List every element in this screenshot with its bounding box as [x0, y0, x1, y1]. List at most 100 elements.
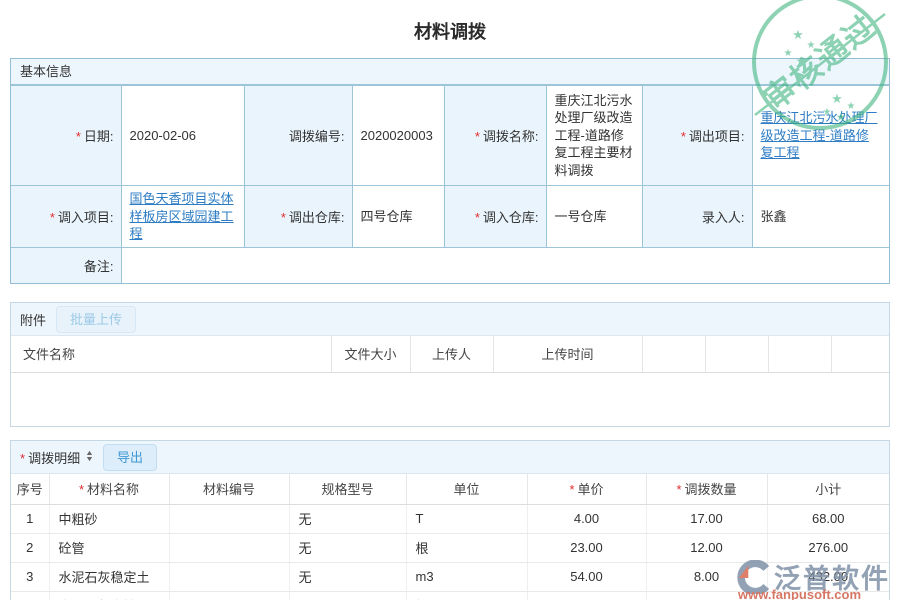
out-project-link[interactable]: 重庆江北污水处理厂级改造工程-道路修复工程 [761, 110, 878, 160]
seq-cell: 1 [11, 504, 49, 533]
spec-cell: 无 [289, 504, 406, 533]
subtotal-cell: 276.00 [767, 533, 889, 562]
attachments-panel: 附件 批量上传 文件名称 文件大小 上传人 上传时间 [10, 302, 890, 427]
attachments-empty-area [11, 372, 889, 426]
basic-info-row-3: 备注: [11, 247, 889, 283]
seq-cell: 3 [11, 562, 49, 591]
material-code-cell [169, 533, 289, 562]
in-project-label-cell: 调入项目: [11, 186, 121, 248]
qty-cell: 17.00 [646, 504, 767, 533]
price-cell: 54.00 [527, 562, 646, 591]
seq-cell: 2 [11, 533, 49, 562]
material-code-cell [169, 504, 289, 533]
spec-cell: 无 [289, 591, 406, 600]
remark-label-cell: 备注: [11, 247, 121, 283]
col-upload-time: 上传时间 [493, 336, 642, 372]
export-button[interactable]: 导出 [103, 444, 157, 471]
out-warehouse-value: 四号仓库 [352, 186, 444, 248]
transfer-name-label: 调拨名称: [475, 129, 539, 144]
table-row: 2 砼管 无 根 23.00 12.00 276.00 [11, 533, 889, 562]
date-value: 2020-02-06 [121, 86, 244, 186]
attachments-table: 文件名称 文件大小 上传人 上传时间 [11, 336, 889, 426]
attachments-label: 附件 [20, 310, 46, 329]
seq-cell: 4 [11, 591, 49, 600]
date-label: 日期: [76, 129, 114, 144]
col-empty-2 [705, 336, 768, 372]
price-cell: 4.00 [527, 504, 646, 533]
unit-cell: 根 [406, 533, 527, 562]
price-cell: 463.00 [527, 591, 646, 600]
out-project-value-cell: 重庆江北污水处理厂级改造工程-道路修复工程 [752, 86, 889, 186]
col-material-name: 材料名称 [49, 474, 169, 504]
col-empty-4 [831, 336, 889, 372]
material-code-cell [169, 562, 289, 591]
out-warehouse-label-cell: 调出仓库: [244, 186, 352, 248]
col-file-name: 文件名称 [11, 336, 331, 372]
spec-cell: 无 [289, 562, 406, 591]
qty-cell: 12.00 [646, 533, 767, 562]
date-label-cell: 日期: [11, 86, 121, 186]
material-name-cell: 水泥石灰稳定土 [49, 562, 169, 591]
spec-cell: 无 [289, 533, 406, 562]
in-project-value-cell: 国色天香项目实体样板房区域园建工程 [121, 186, 244, 248]
in-warehouse-label-cell: 调入仓库: [444, 186, 546, 248]
transfer-name-value: 重庆江北污水处理厂级改造工程-道路修复工程主要材料调拨 [546, 86, 642, 186]
recorder-label-cell: 录入人: [642, 186, 752, 248]
table-row: 1 中粗砂 无 T 4.00 17.00 68.00 [11, 504, 889, 533]
attachments-empty-row [11, 372, 889, 426]
col-seq: 序号 [11, 474, 49, 504]
remark-value [121, 247, 889, 283]
col-qty: 调拨数量 [646, 474, 767, 504]
details-label: 调拨明细 [20, 448, 80, 467]
in-warehouse-value: 一号仓库 [546, 186, 642, 248]
unit-cell: m3 [406, 562, 527, 591]
material-name-cell: 中粗砂 [49, 504, 169, 533]
attachments-header-row: 文件名称 文件大小 上传人 上传时间 [11, 336, 889, 372]
transfer-no-label-cell: 调拨编号: [244, 86, 352, 186]
transfer-no-label: 调拨编号: [289, 129, 345, 144]
col-empty-3 [768, 336, 831, 372]
recorder-label: 录入人: [702, 210, 745, 225]
table-row: 4 水泥混凝土管 无 根 463.00 9.00 4,167.00 [11, 591, 889, 600]
remark-label: 备注: [84, 259, 114, 274]
basic-info-section-header: 基本信息 [11, 59, 889, 85]
col-empty-1 [642, 336, 705, 372]
material-transfer-page: 材料调拨 基本信息 日期: 2020-02-06 调拨编号: 202002000… [0, 0, 900, 600]
unit-cell: T [406, 504, 527, 533]
star-icon: ★ [807, 40, 816, 51]
basic-info-row-1: 日期: 2020-02-06 调拨编号: 2020020003 调拨名称: 重庆… [11, 86, 889, 186]
material-name-cell: 砼管 [49, 533, 169, 562]
col-price: 单价 [527, 474, 646, 504]
out-project-label-cell: 调出项目: [642, 86, 752, 186]
transfer-name-label-cell: 调拨名称: [444, 86, 546, 186]
batch-upload-button[interactable]: 批量上传 [56, 306, 136, 333]
sort-desc-icon: ▼ [85, 457, 94, 463]
attachments-section-header: 附件 批量上传 [11, 303, 889, 336]
in-project-label: 调入项目: [50, 210, 114, 225]
material-code-cell [169, 591, 289, 600]
unit-cell: 根 [406, 591, 527, 600]
subtotal-cell: 4,167.00 [767, 591, 889, 600]
price-cell: 23.00 [527, 533, 646, 562]
subtotal-cell: 432.00 [767, 562, 889, 591]
col-material-code: 材料编号 [169, 474, 289, 504]
details-header-row: 序号 材料名称 材料编号 规格型号 单位 单价 调拨数量 小计 [11, 474, 889, 504]
details-section-header: 调拨明细 ▲ ▼ 导出 [11, 441, 889, 474]
subtotal-cell: 68.00 [767, 504, 889, 533]
col-uploader: 上传人 [410, 336, 493, 372]
basic-info-panel: 基本信息 日期: 2020-02-06 调拨编号: 2020020003 调拨名… [10, 58, 890, 284]
sort-icon[interactable]: ▲ ▼ [86, 451, 93, 463]
table-row: 3 水泥石灰稳定土 无 m3 54.00 8.00 432.00 [11, 562, 889, 591]
col-spec: 规格型号 [289, 474, 406, 504]
col-file-size: 文件大小 [331, 336, 410, 372]
in-warehouse-label: 调入仓库: [475, 210, 539, 225]
col-unit: 单位 [406, 474, 527, 504]
qty-cell: 8.00 [646, 562, 767, 591]
details-table: 序号 材料名称 材料编号 规格型号 单位 单价 调拨数量 小计 1 中粗砂 无 … [11, 474, 889, 600]
material-name-cell: 水泥混凝土管 [49, 591, 169, 600]
details-panel: 调拨明细 ▲ ▼ 导出 序号 材料名称 材料编号 规格型号 单位 单价 [10, 440, 890, 600]
in-project-link[interactable]: 国色天香项目实体样板房区域园建工程 [130, 191, 234, 241]
basic-info-row-2: 调入项目: 国色天香项目实体样板房区域园建工程 调出仓库: 四号仓库 调入仓库:… [11, 186, 889, 248]
col-subtotal: 小计 [767, 474, 889, 504]
recorder-value: 张鑫 [752, 186, 889, 248]
